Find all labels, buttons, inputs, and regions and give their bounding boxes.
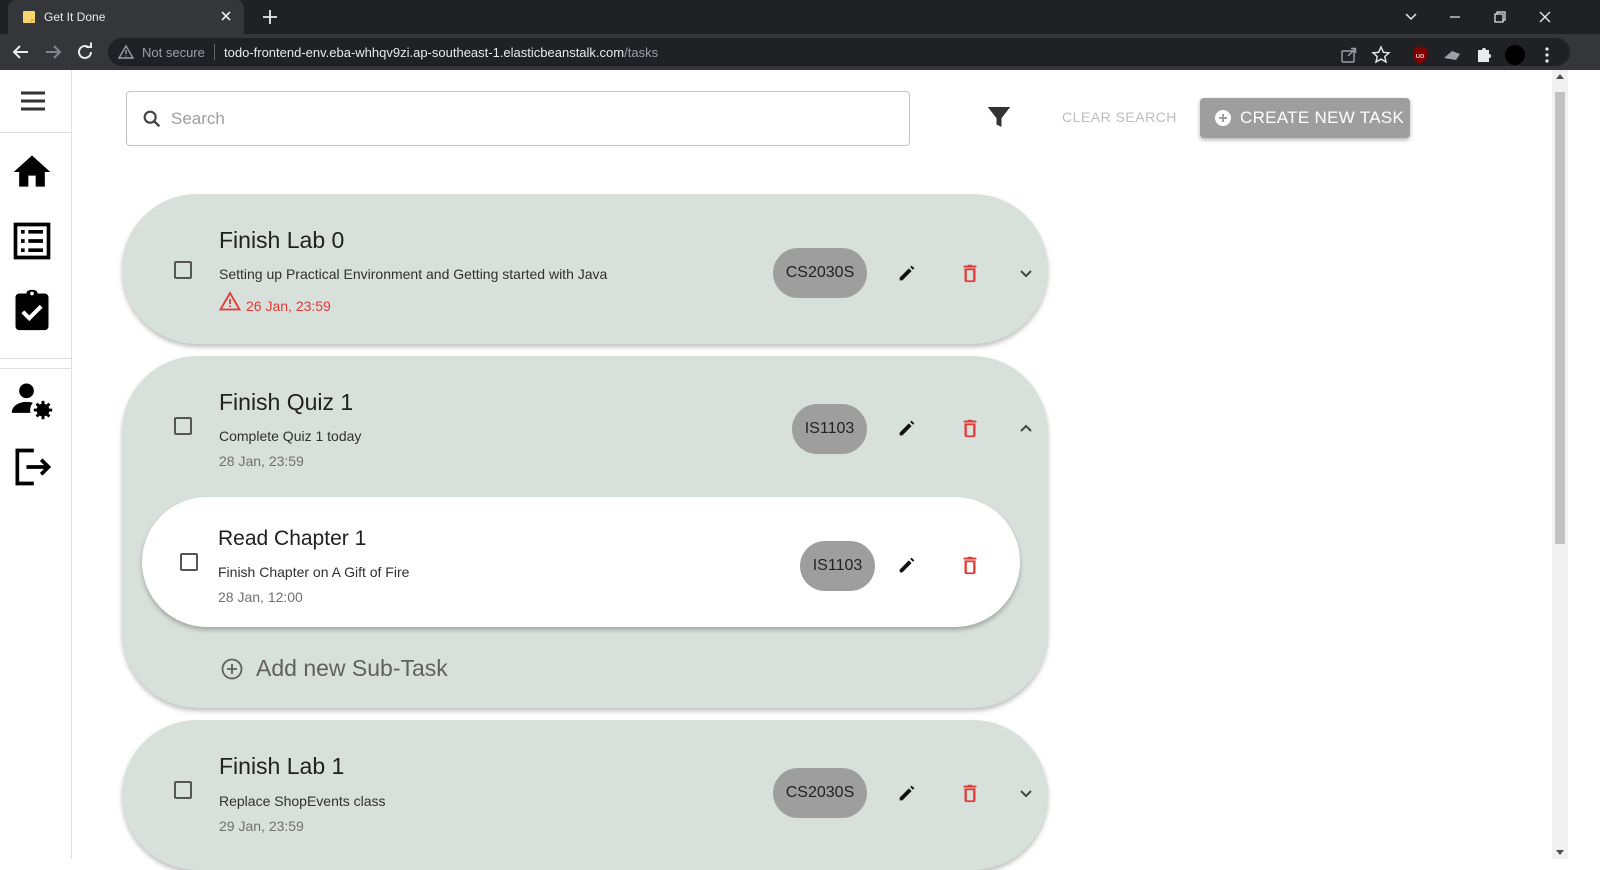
- svg-text:uo: uo: [1416, 52, 1425, 60]
- extensions-puzzle-icon[interactable]: [1473, 44, 1495, 66]
- edit-icon[interactable]: [896, 262, 918, 284]
- subtask-due-date: 28 Jan, 12:00: [218, 589, 303, 605]
- create-new-task-button[interactable]: CREATE NEW TASK: [1200, 98, 1410, 138]
- collapse-chevron-icon[interactable]: [1016, 418, 1036, 438]
- omnibox-divider: [214, 44, 215, 60]
- add-circle-outline-icon: [221, 658, 243, 680]
- create-new-task-label: CREATE NEW TASK: [1240, 108, 1405, 127]
- add-subtask-label: Add new Sub-Task: [256, 655, 448, 681]
- reload-icon[interactable]: [73, 40, 97, 64]
- task-due-date: 29 Jan, 23:59: [219, 818, 304, 834]
- forward-icon[interactable]: [41, 40, 65, 64]
- module-chip[interactable]: CS2030S: [773, 768, 867, 818]
- subtask-title: Read Chapter 1: [218, 527, 367, 550]
- add-circle-icon: [1215, 110, 1231, 126]
- bookmark-star-icon[interactable]: [1370, 44, 1392, 66]
- task-description: Replace ShopEvents class: [219, 793, 386, 809]
- new-tab-icon[interactable]: [259, 6, 281, 28]
- delete-icon[interactable]: [959, 782, 981, 804]
- search-input[interactable]: [171, 102, 891, 136]
- add-subtask-button[interactable]: Add new Sub-Task: [220, 652, 480, 686]
- overdue-warning-icon: [219, 291, 241, 311]
- delete-icon[interactable]: [959, 417, 981, 439]
- expand-chevron-icon[interactable]: [1016, 264, 1036, 284]
- assignment-done-icon[interactable]: [10, 288, 54, 332]
- edit-icon[interactable]: [896, 417, 918, 439]
- browser-toolbar: Not secure todo-frontend-env.eba-whhqv9z…: [0, 34, 1600, 70]
- task-checkbox[interactable]: [174, 261, 192, 279]
- address-bar[interactable]: Not secure todo-frontend-env.eba-whhqv9z…: [108, 38, 1570, 66]
- scroll-down-arrow-icon[interactable]: [1556, 850, 1564, 855]
- home-icon[interactable]: [10, 150, 54, 194]
- scroll-thumb[interactable]: [1555, 92, 1565, 544]
- task-checkbox[interactable]: [174, 781, 192, 799]
- task-title: Finish Lab 1: [219, 753, 345, 779]
- sidebar-divider: [0, 368, 71, 369]
- search-icon: [143, 110, 161, 128]
- task-due-date: 28 Jan, 23:59: [219, 453, 304, 469]
- subtask-checkbox[interactable]: [180, 553, 198, 571]
- security-label: Not secure: [142, 45, 205, 60]
- extension-icon[interactable]: [1441, 44, 1463, 66]
- task-card[interactable]: Finish Lab 1 Replace ShopEvents class 29…: [122, 720, 1048, 870]
- task-description: Complete Quiz 1 today: [219, 428, 362, 444]
- tab-search-chevron-icon[interactable]: [1398, 4, 1424, 30]
- minimize-icon[interactable]: [1442, 4, 1468, 30]
- edit-icon[interactable]: [896, 554, 918, 576]
- module-chip[interactable]: IS1103: [800, 541, 875, 591]
- restore-icon[interactable]: [1487, 4, 1513, 30]
- edit-icon[interactable]: [896, 782, 918, 804]
- task-title: Finish Lab 0: [219, 227, 345, 253]
- note-favicon-icon: [23, 11, 35, 23]
- task-list-icon[interactable]: [10, 219, 54, 263]
- task-card[interactable]: Finish Lab 0 Setting up Practical Enviro…: [122, 194, 1048, 344]
- task-title: Finish Quiz 1: [219, 389, 354, 415]
- filter-icon[interactable]: [984, 102, 1014, 132]
- task-due-date: 26 Jan, 23:59: [246, 298, 331, 314]
- profile-avatar-icon[interactable]: [1504, 44, 1526, 66]
- tab-title: Get It Done: [44, 10, 106, 24]
- main-content: CLEAR SEARCH CREATE NEW TASK Finish Lab …: [72, 70, 1552, 870]
- close-tab-icon[interactable]: [216, 6, 236, 26]
- delete-icon[interactable]: [959, 554, 981, 576]
- browser-menu-icon[interactable]: [1536, 44, 1558, 66]
- browser-tab[interactable]: Get It Done: [8, 0, 244, 34]
- expand-chevron-icon[interactable]: [1016, 784, 1036, 804]
- subtask-description: Finish Chapter on A Gift of Fire: [218, 564, 410, 580]
- module-chip[interactable]: IS1103: [792, 404, 867, 454]
- warning-icon: [118, 44, 134, 59]
- delete-icon[interactable]: [959, 262, 981, 284]
- share-icon[interactable]: [1338, 44, 1360, 66]
- scroll-up-arrow-icon[interactable]: [1556, 74, 1564, 79]
- browser-tab-strip: Get It Done: [0, 0, 1600, 34]
- task-card[interactable]: Finish Quiz 1 Complete Quiz 1 today 28 J…: [122, 356, 1048, 708]
- module-chip[interactable]: CS2030S: [773, 248, 867, 298]
- task-checkbox[interactable]: [174, 417, 192, 435]
- task-description: Setting up Practical Environment and Get…: [219, 266, 608, 282]
- url-text: todo-frontend-env.eba-whhqv9zi.ap-southe…: [224, 45, 658, 60]
- back-icon[interactable]: [9, 40, 33, 64]
- ublock-extension-icon[interactable]: uo: [1409, 44, 1431, 66]
- sidebar: [0, 70, 72, 859]
- sidebar-divider: [0, 358, 71, 359]
- subtask-card[interactable]: Read Chapter 1 Finish Chapter on A Gift …: [142, 497, 1020, 627]
- user-settings-icon[interactable]: [10, 378, 54, 422]
- sidebar-divider: [0, 132, 71, 133]
- page-scrollbar[interactable]: [1552, 70, 1568, 859]
- menu-icon[interactable]: [16, 79, 50, 123]
- url-path: /tasks: [624, 45, 659, 60]
- logout-icon[interactable]: [10, 445, 54, 489]
- close-window-icon[interactable]: [1532, 4, 1558, 30]
- search-box[interactable]: [126, 91, 910, 146]
- clear-search-button[interactable]: CLEAR SEARCH: [1062, 109, 1177, 125]
- right-edge: [1568, 70, 1600, 859]
- url-host: todo-frontend-env.eba-whhqv9zi.ap-southe…: [224, 45, 625, 60]
